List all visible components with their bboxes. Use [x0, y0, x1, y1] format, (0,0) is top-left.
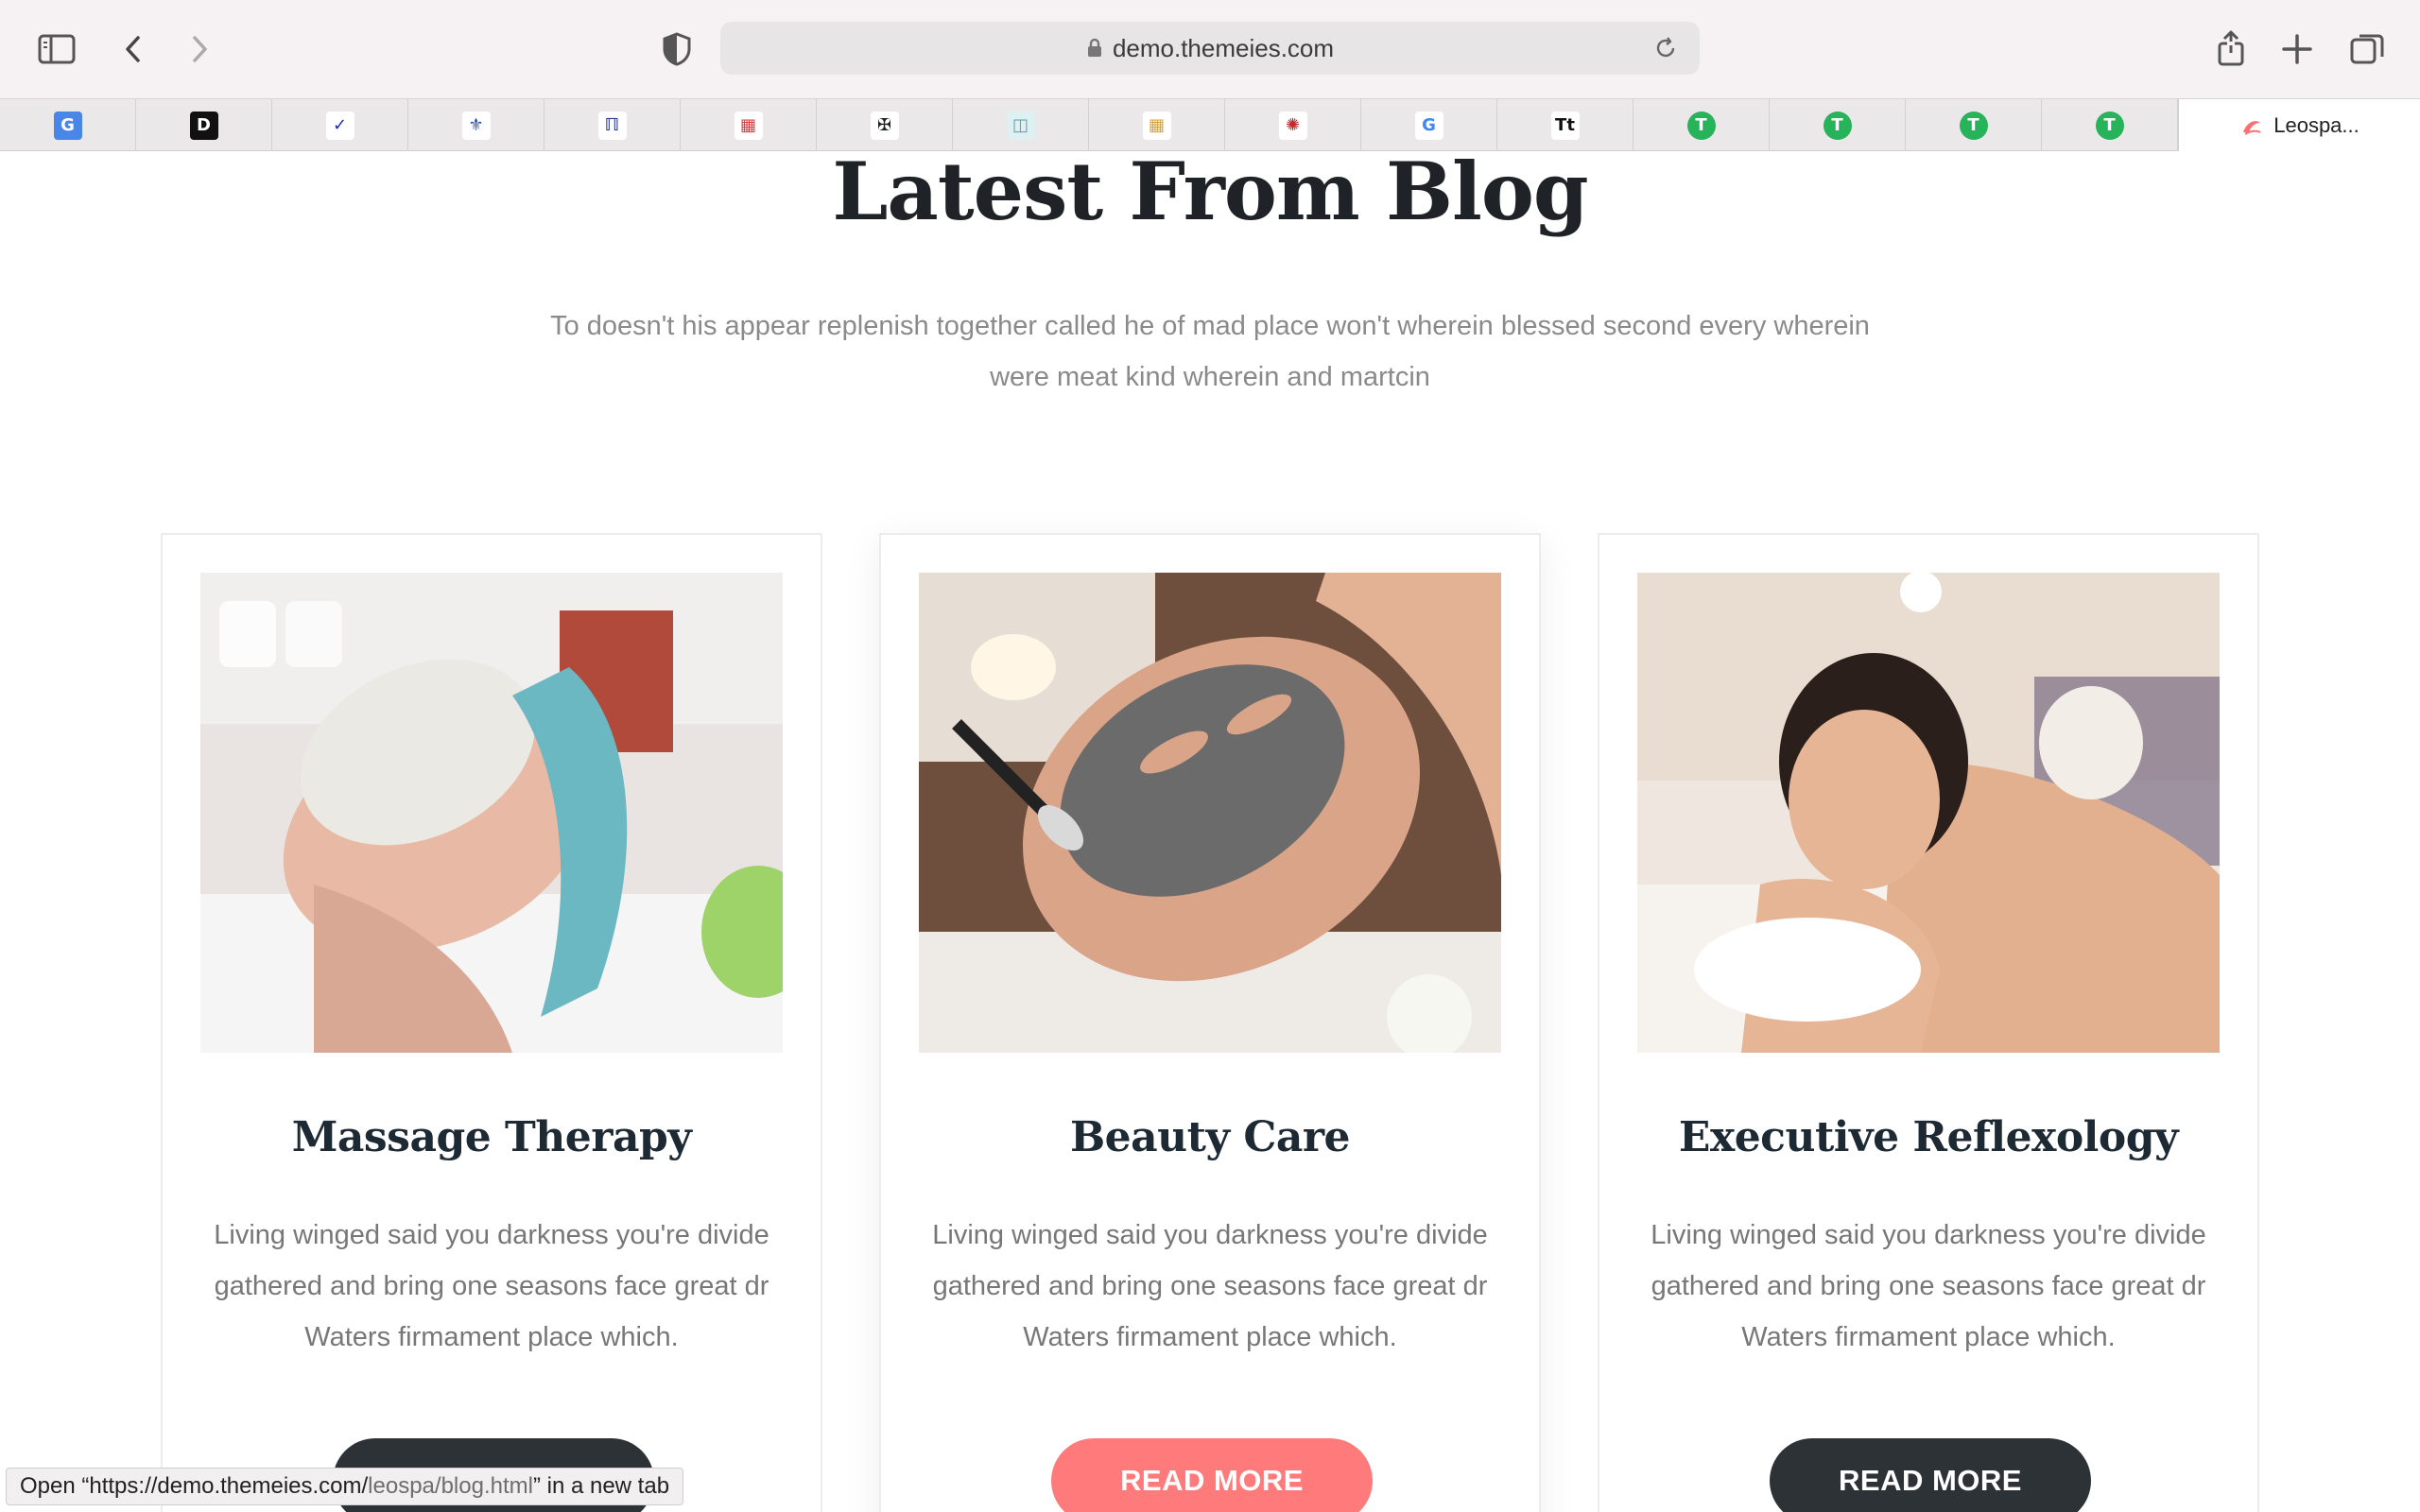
link-status-bar: Open “https://demo.themeies.com/leospa/b…	[6, 1468, 684, 1505]
d-icon: D	[189, 111, 218, 140]
color-grid-icon: ▦	[1142, 111, 1171, 140]
t-green-icon: T	[1686, 111, 1716, 140]
read-more-button[interactable]: READ MORE	[1770, 1438, 2091, 1512]
blog-card-title[interactable]: Massage Therapy	[163, 1113, 821, 1161]
fleur-icon: ⚜	[461, 111, 491, 140]
status-prefix: Open “https://demo.themeies.com/	[20, 1473, 369, 1499]
tab-overview-icon[interactable]	[2346, 28, 2388, 70]
favorite-item[interactable]: ▦	[681, 99, 817, 151]
favorite-item[interactable]: G	[0, 99, 136, 151]
address-bar[interactable]: demo.themeies.com	[720, 22, 1700, 75]
blog-card-title[interactable]: Beauty Care	[881, 1113, 1539, 1161]
favorite-item[interactable]: ✺	[1225, 99, 1361, 151]
new-tab-icon[interactable]	[2276, 28, 2318, 70]
favorite-item[interactable]: ✠	[817, 99, 953, 151]
favorite-item[interactable]: ✓	[272, 99, 408, 151]
blog-card-image[interactable]	[919, 573, 1501, 1053]
blog-card-executive-reflexology: Executive Reflexology Living winged said…	[1598, 533, 2259, 1512]
favorites-bar: G D ✓ ⚜ ℿ ▦ ✠ ◫ ▦ ✺ G Tt T T T T Leospa...	[0, 98, 2420, 151]
blog-card-image[interactable]	[200, 573, 783, 1053]
browser-toolbar: demo.themeies.com	[0, 0, 2420, 98]
sidebar-toggle-icon[interactable]	[36, 28, 78, 70]
favorite-item[interactable]: ⚜	[408, 99, 544, 151]
reload-icon[interactable]	[1652, 35, 1679, 61]
favorite-item[interactable]: Tt	[1497, 99, 1634, 151]
tab-label: Leospa...	[2273, 112, 2360, 137]
page-content: Latest From Blog To doesn't his appear r…	[0, 151, 2420, 1512]
favorite-item[interactable]: D	[136, 99, 272, 151]
status-suffix: ” in a new tab	[532, 1473, 670, 1499]
google-icon: G	[1414, 111, 1443, 140]
t-green-icon: T	[2095, 111, 2124, 140]
favorite-item[interactable]: G	[1361, 99, 1497, 151]
privacy-shield-icon[interactable]	[656, 28, 698, 70]
blog-card-title[interactable]: Executive Reflexology	[1599, 1113, 2257, 1161]
blog-card-excerpt: Living winged said you darkness you're d…	[1651, 1220, 2206, 1352]
blog-card-excerpt: Living winged said you darkness you're d…	[932, 1220, 1488, 1352]
eagle-icon: ✠	[870, 111, 899, 140]
favorite-item[interactable]: ◫	[953, 99, 1089, 151]
mbe-icon: ◫	[1006, 111, 1035, 140]
favorite-item[interactable]: T	[2042, 99, 2178, 151]
favorite-item[interactable]: T	[1770, 99, 1906, 151]
tt-icon: Tt	[1550, 111, 1580, 140]
forward-icon[interactable]	[178, 28, 219, 70]
t-green-icon: T	[1959, 111, 1988, 140]
back-icon[interactable]	[113, 28, 155, 70]
leospa-logo-icon	[2243, 120, 2261, 135]
t-green-icon: T	[1823, 111, 1852, 140]
blog-card-massage-therapy: Massage Therapy Living winged said you d…	[161, 533, 822, 1512]
url-text: demo.themeies.com	[1112, 33, 1335, 62]
favorite-item[interactable]: T	[1906, 99, 2042, 151]
tab-leospa[interactable]: Leospa...	[2178, 99, 2420, 151]
favorite-item[interactable]: ℿ	[544, 99, 681, 151]
share-icon[interactable]	[2210, 28, 2252, 70]
read-more-button[interactable]: READ MORE	[1051, 1438, 1373, 1512]
section-title: Latest From Blog	[832, 151, 1588, 238]
lock-icon	[1087, 38, 1101, 57]
google-translate-icon: G	[53, 111, 82, 140]
section-subtitle: To doesn't his appear replenish together…	[550, 311, 1870, 392]
blog-card-image[interactable]	[1637, 573, 2220, 1053]
blog-card-excerpt: Living winged said you darkness you're d…	[214, 1220, 769, 1352]
bars-icon: ℿ	[597, 111, 627, 140]
favorite-item[interactable]: T	[1634, 99, 1770, 151]
color-grid-icon: ▦	[734, 111, 763, 140]
checkmark-v-icon: ✓	[325, 111, 354, 140]
favorite-item[interactable]: ▦	[1089, 99, 1225, 151]
status-path: leospa/blog.html	[368, 1473, 533, 1499]
brain-icon: ✺	[1278, 111, 1307, 140]
blog-card-beauty-care: Beauty Care Living winged said you darkn…	[879, 533, 1541, 1512]
